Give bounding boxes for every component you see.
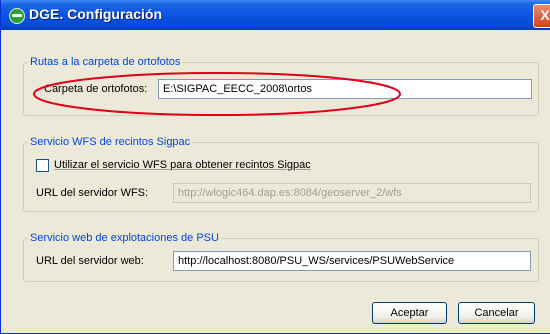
use-wfs-checkbox-label[interactable]: Utilizar el servicio WFS para obtener re… bbox=[54, 159, 311, 172]
ortofotos-folder-label: Carpeta de ortofotos: bbox=[44, 83, 148, 95]
configuration-dialog: DGE. Configuración X Rutas a la carpeta … bbox=[0, 0, 550, 334]
psu-url-input[interactable]: http://localhost:8080/PSU_WS/services/PS… bbox=[173, 251, 531, 271]
ortofotos-group-title: Rutas a la carpeta de ortofotos bbox=[28, 56, 183, 69]
wfs-group: Servicio WFS de recintos Sigpac Utilizar… bbox=[23, 136, 539, 212]
accept-button[interactable]: Aceptar bbox=[372, 302, 447, 324]
app-logo-icon bbox=[9, 8, 25, 24]
cancel-button[interactable]: Cancelar bbox=[458, 302, 535, 324]
use-wfs-checkbox[interactable] bbox=[36, 159, 49, 172]
ortofotos-folder-input[interactable]: E:\SIGPAC_EECC_2008\ortos bbox=[158, 79, 532, 99]
psu-group-title: Servicio web de explotaciones de PSU bbox=[28, 232, 221, 245]
title-bar[interactable]: DGE. Configuración X bbox=[1, 0, 550, 30]
psu-url-label: URL del servidor web: bbox=[36, 255, 144, 267]
wfs-url-label: URL del servidor WFS: bbox=[36, 187, 149, 199]
window-title: DGE. Configuración bbox=[29, 6, 162, 22]
close-button[interactable]: X bbox=[533, 4, 550, 28]
wfs-group-title: Servicio WFS de recintos Sigpac bbox=[28, 136, 193, 149]
psu-group: Servicio web de explotaciones de PSU URL… bbox=[23, 232, 539, 282]
wfs-url-input[interactable]: http://wlogic464.dap.es:8084/geoserver_2… bbox=[173, 183, 531, 203]
ortofotos-group: Rutas a la carpeta de ortofotos Carpeta … bbox=[23, 56, 539, 116]
